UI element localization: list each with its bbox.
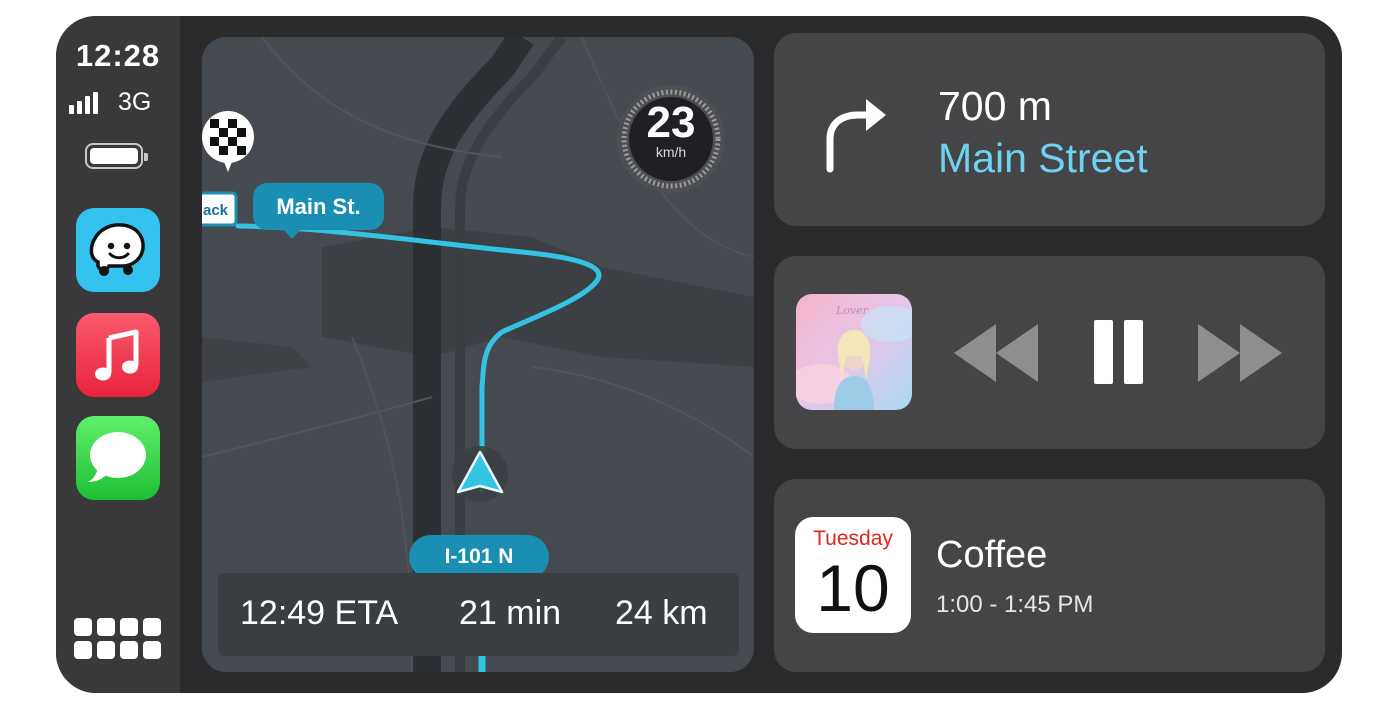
- calendar-date: 10: [816, 551, 890, 625]
- street-name-bubble: Main St.: [253, 183, 384, 239]
- trip-duration: 21 min: [459, 594, 562, 632]
- rewind-icon[interactable]: [952, 318, 1042, 388]
- turn-right-icon: [826, 99, 886, 173]
- fast-forward-icon[interactable]: [1194, 318, 1284, 388]
- music-note-icon: [95, 329, 139, 381]
- network-type: 3G: [118, 88, 152, 116]
- music-app-button[interactable]: [76, 313, 160, 397]
- event-title: Coffee: [936, 534, 1048, 576]
- turn-instruction-card[interactable]: 700 m Main Street: [774, 33, 1325, 226]
- sidebar: 12:28 3G: [56, 16, 180, 693]
- calendar-day: Tuesday: [813, 527, 893, 550]
- messages-app-button[interactable]: [76, 416, 160, 500]
- calendar-event-card[interactable]: Tuesday 10 Coffee 1:00 - 1:45 PM: [774, 479, 1325, 672]
- speed-unit: km/h: [655, 144, 687, 160]
- eta-time: 12:49 ETA: [240, 594, 399, 632]
- album-art-title: Lover: [836, 304, 868, 317]
- signal-strength-icon: [69, 88, 98, 114]
- turn-street-name: Main Street: [938, 135, 1148, 181]
- battery-icon: [85, 143, 148, 169]
- speech-bubble-icon: [88, 432, 146, 482]
- waze-icon: [89, 223, 145, 276]
- app-grid-button[interactable]: [74, 618, 162, 662]
- trip-distance: 24 km: [615, 594, 708, 632]
- trip-summary-bar[interactable]: 12:49 ETA 21 min 24 km: [218, 573, 739, 656]
- waze-app-button[interactable]: [76, 208, 160, 292]
- calendar-icon: Tuesday 10: [795, 517, 911, 633]
- carplay-screen: 12:28 3G ack Main St. I-101 N 23 km/h 12…: [56, 16, 1342, 693]
- speed-value: 23: [646, 98, 696, 147]
- album-art[interactable]: Lover: [796, 294, 912, 410]
- turn-distance: 700 m: [938, 83, 1052, 129]
- svg-text:ack: ack: [203, 202, 229, 219]
- status-time: 12:28: [75, 38, 161, 73]
- now-playing-card: Lover: [774, 256, 1325, 449]
- pause-icon[interactable]: [1092, 318, 1148, 388]
- event-time: 1:00 - 1:45 PM: [936, 591, 1094, 618]
- map-view[interactable]: ack Main St. I-101 N 23 km/h 12:49 ETA 2…: [202, 37, 754, 672]
